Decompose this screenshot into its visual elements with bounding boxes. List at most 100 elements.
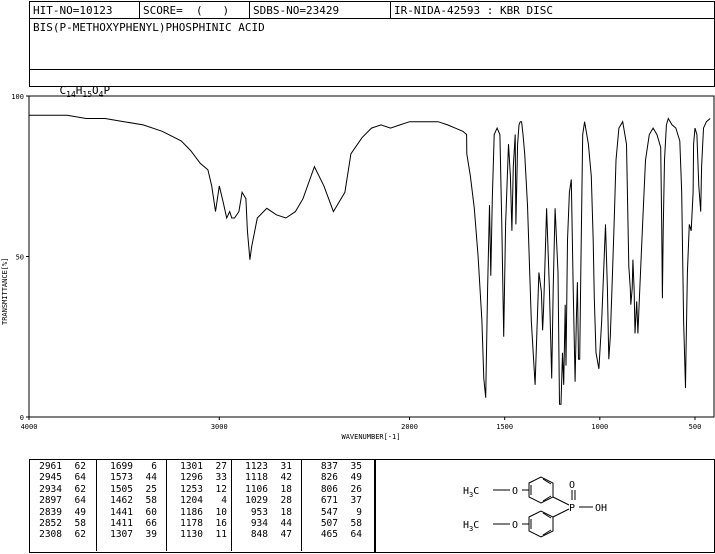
peak-row: 1178 16 xyxy=(171,518,235,529)
peak-wavenumber: 2839 xyxy=(39,506,62,518)
peak-transmittance: 9 xyxy=(356,506,362,518)
peak-transmittance: 4 xyxy=(221,495,227,507)
peak-transmittance: 64 xyxy=(74,472,86,484)
peak-column: 1301 27 1296 33 1253 12 1204 4 1186 10 1178 16 1130 1… xyxy=(166,459,235,551)
peak-column-divider xyxy=(301,459,302,551)
peak-wavenumber: 2308 xyxy=(39,529,62,541)
x-tick-label: 1500 xyxy=(496,423,513,431)
peak-wavenumber: 1296 xyxy=(180,472,203,484)
peak-wavenumber: 953 xyxy=(250,506,268,518)
score: SCORE= ( ) xyxy=(140,2,250,19)
x-tick-label: 2000 xyxy=(401,423,418,431)
peak-row: 465 64 xyxy=(306,529,370,540)
peak-wavenumber: 547 xyxy=(320,506,338,518)
peak-transmittance: 11 xyxy=(215,529,227,541)
peak-wavenumber: 2945 xyxy=(39,472,62,484)
ir-spectrum-chart: 0 50 100 4000 3000 2000 1500 1000 500 TRANSMITT… xyxy=(1,93,715,441)
header-bar: HIT-NO=10123 SCORE= ( ) SDBS-NO=23429 IR… xyxy=(29,1,715,19)
peak-wavenumber: 1106 xyxy=(245,483,268,495)
x-tick-label: 1000 xyxy=(591,423,608,431)
peak-transmittance: 64 xyxy=(74,495,86,507)
peak-transmittance: 44 xyxy=(145,472,157,484)
peak-transmittance: 47 xyxy=(280,529,292,541)
peak-row: 1253 12 xyxy=(171,484,235,495)
peak-wavenumber: 465 xyxy=(320,529,338,541)
peak-wavenumber: 1253 xyxy=(180,483,203,495)
peak-transmittance: 28 xyxy=(280,495,292,507)
peak-transmittance: 37 xyxy=(350,495,362,507)
hydroxyl-group: OH xyxy=(595,503,607,514)
peak-wavenumber: 1411 xyxy=(110,517,133,529)
bottom-benzene-ring xyxy=(528,510,554,538)
peak-wavenumber: 2852 xyxy=(39,517,62,529)
peak-row: 1186 10 xyxy=(171,507,235,518)
spectrum-line xyxy=(29,114,711,405)
y-axis-label: TRANSMITTANCE[%] xyxy=(1,258,9,325)
double-bonded-oxygen: O xyxy=(569,480,575,491)
peak-transmittance: 64 xyxy=(350,529,362,541)
x-axis: 4000 3000 2000 1500 1000 500 xyxy=(21,417,701,431)
peak-row: 547 9 xyxy=(306,507,370,518)
peak-transmittance: 18 xyxy=(280,483,292,495)
peak-column-divider xyxy=(96,459,97,551)
peak-column: 1699 6 1573 44 1505 25 1462 58 1441 60 1411 66 1307 3… xyxy=(96,459,165,551)
peak-transmittance: 27 xyxy=(215,461,227,472)
peak-column-divider xyxy=(231,459,232,551)
peak-transmittance: 62 xyxy=(74,529,86,541)
peak-wavenumber: 2934 xyxy=(39,483,62,495)
formula-divider xyxy=(30,69,714,70)
peak-row: 1441 60 xyxy=(101,507,165,518)
y-tick-label: 0 xyxy=(20,414,24,422)
x-tick-label: 4000 xyxy=(21,423,38,431)
peak-transmittance: 58 xyxy=(145,495,157,507)
peak-row: 1296 33 xyxy=(171,472,235,483)
peak-row: 671 37 xyxy=(306,495,370,506)
peak-wavenumber: 1186 xyxy=(180,506,203,518)
peak-row: 1307 39 xyxy=(101,529,165,540)
peak-transmittance: 10 xyxy=(215,506,227,518)
peak-transmittance: 49 xyxy=(350,472,362,484)
peak-transmittance: 49 xyxy=(74,506,86,518)
peak-row: 1573 44 xyxy=(101,472,165,483)
peak-row: 806 26 xyxy=(306,484,370,495)
peak-wavenumber: 1505 xyxy=(110,483,133,495)
peak-row: 1505 25 xyxy=(101,484,165,495)
peak-wavenumber: 1178 xyxy=(180,517,203,529)
top-benzene-ring xyxy=(528,476,554,504)
peak-wavenumber: 1441 xyxy=(110,506,133,518)
peak-wavenumber: 848 xyxy=(250,529,268,541)
oxygen-top: O xyxy=(512,486,518,497)
hit-number: HIT-NO=10123 xyxy=(30,2,140,19)
peak-row: 1699 6 xyxy=(101,461,165,472)
peak-wavenumber: 934 xyxy=(250,517,268,529)
peak-transmittance: 33 xyxy=(215,472,227,484)
oxygen-bottom: O xyxy=(512,520,518,531)
peak-row: 2308 62 xyxy=(30,529,94,540)
peak-wavenumber: 1204 xyxy=(180,495,203,507)
peak-transmittance: 39 xyxy=(145,529,157,541)
peak-column: 837 35 826 49 806 26 671 37 547 9 507 58 465 64 xyxy=(301,459,370,551)
structure-box: H3C O H3C O P O OH xyxy=(375,459,715,553)
peak-row: 1029 28 xyxy=(236,495,300,506)
peak-transmittance: 66 xyxy=(145,517,157,529)
peak-wavenumber: 1118 xyxy=(245,472,268,484)
peak-wavenumber: 507 xyxy=(320,517,338,529)
peak-transmittance: 42 xyxy=(280,472,292,484)
peak-column-divider xyxy=(166,459,167,551)
methyl-top: H3C xyxy=(463,486,479,499)
peak-row: 837 35 xyxy=(306,461,370,472)
peak-row: 1118 42 xyxy=(236,472,300,483)
peak-transmittance: 60 xyxy=(145,506,157,518)
peak-row: 1123 31 xyxy=(236,461,300,472)
peak-transmittance: 16 xyxy=(215,517,227,529)
methyl-bottom: H3C xyxy=(463,520,479,533)
peak-row: 2961 62 xyxy=(30,461,94,472)
peak-row: 953 18 xyxy=(236,507,300,518)
peak-transmittance: 18 xyxy=(280,506,292,518)
peak-transmittance: 58 xyxy=(74,517,86,529)
compound-name: BIS(P-METHOXYPHENYL)PHOSPHINIC ACID xyxy=(33,21,265,34)
peak-row: 2897 64 xyxy=(30,495,94,506)
peak-wavenumber: 1573 xyxy=(110,472,133,484)
sdbs-number: SDBS-NO=23429 xyxy=(250,2,391,19)
peak-row: 2934 62 xyxy=(30,484,94,495)
